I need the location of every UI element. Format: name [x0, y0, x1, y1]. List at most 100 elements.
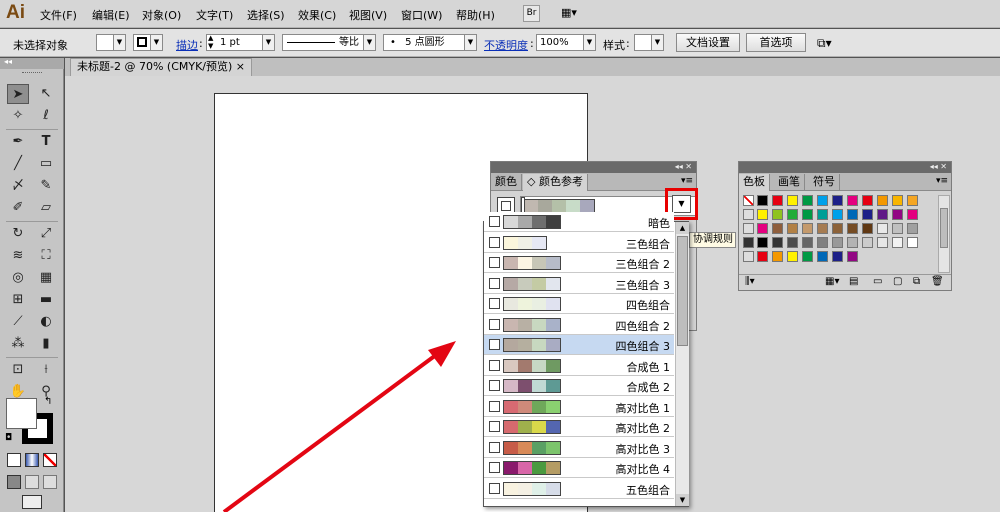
- color-swatch[interactable]: [757, 237, 768, 248]
- shape-builder-tool-icon[interactable]: ◎: [7, 268, 29, 288]
- tools-panel-header[interactable]: ◂◂: [0, 57, 64, 69]
- color-swatch[interactable]: [817, 209, 828, 220]
- swap-colors-icon[interactable]: ↰: [44, 396, 52, 407]
- fill-color-box[interactable]: [6, 398, 37, 429]
- color-swatch[interactable]: [757, 251, 768, 262]
- default-colors-icon[interactable]: ◘: [5, 433, 12, 443]
- swatches-scrollbar[interactable]: [938, 195, 950, 273]
- color-swatch[interactable]: [757, 209, 768, 220]
- color-swatch[interactable]: [772, 237, 783, 248]
- eyedropper-tool-icon[interactable]: ⟋: [7, 312, 29, 332]
- pen-tool-icon[interactable]: ✒: [7, 132, 29, 152]
- color-swatch[interactable]: [847, 209, 858, 220]
- harmony-rule-item[interactable]: 暗色: [484, 212, 674, 232]
- color-swatch[interactable]: [832, 223, 843, 234]
- eraser-tool-icon[interactable]: ▱: [35, 198, 57, 218]
- color-swatch[interactable]: [832, 209, 843, 220]
- harmony-rule-item[interactable]: 三色组合: [484, 232, 674, 253]
- swatch-group-icon[interactable]: [743, 209, 754, 220]
- options-icon[interactable]: ▤: [849, 276, 858, 287]
- color-swatch[interactable]: [847, 195, 858, 206]
- panel-header[interactable]: ◂◂ ✕: [491, 162, 696, 173]
- tab-color[interactable]: 颜色: [491, 174, 522, 191]
- color-swatch[interactable]: [817, 223, 828, 234]
- color-swatch[interactable]: [862, 223, 873, 234]
- collapse-icon[interactable]: ◂◂: [4, 57, 12, 66]
- scroll-up-icon[interactable]: ▲: [676, 222, 689, 234]
- harmony-rule-item[interactable]: 四色组合 3: [484, 335, 674, 355]
- scale-tool-icon[interactable]: ⤢: [35, 224, 57, 244]
- draw-behind-icon[interactable]: [25, 475, 39, 489]
- color-swatch[interactable]: [862, 209, 873, 220]
- list-scrollbar[interactable]: ▲ ▼: [675, 222, 689, 506]
- group-color-chip[interactable]: [580, 200, 594, 212]
- color-swatch[interactable]: [787, 251, 798, 262]
- gradient-mode-icon[interactable]: [25, 453, 39, 467]
- harmony-rule-item[interactable]: 三色组合 3: [484, 273, 674, 294]
- harmony-rule-item[interactable]: 高对比色 4: [484, 458, 674, 478]
- color-swatch[interactable]: [832, 195, 843, 206]
- harmony-rule-item[interactable]: 高对比色 1: [484, 396, 674, 417]
- scroll-down-icon[interactable]: ▼: [676, 494, 689, 506]
- none-swatch-icon[interactable]: [743, 195, 754, 206]
- symbol-sprayer-tool-icon[interactable]: ⁂: [7, 334, 29, 354]
- harmony-rule-item[interactable]: 四色组合 2: [484, 314, 674, 335]
- color-swatch[interactable]: [757, 223, 768, 234]
- color-swatch[interactable]: [877, 209, 888, 220]
- color-swatch[interactable]: [862, 237, 873, 248]
- blob-brush-tool-icon[interactable]: ✐: [7, 198, 29, 218]
- group-color-chip[interactable]: [538, 200, 552, 212]
- color-swatch[interactable]: [817, 195, 828, 206]
- color-swatch[interactable]: [787, 223, 798, 234]
- scroll-thumb[interactable]: [677, 236, 688, 346]
- color-swatch[interactable]: [802, 209, 813, 220]
- color-swatch[interactable]: [892, 195, 903, 206]
- harmony-rule-item[interactable]: 五色组合: [484, 478, 674, 499]
- selection-tool-icon[interactable]: ➤: [7, 84, 29, 104]
- color-swatch[interactable]: [802, 237, 813, 248]
- rectangle-tool-icon[interactable]: ▭: [35, 154, 57, 174]
- harmony-rule-item[interactable]: 四色组合: [484, 294, 674, 314]
- gradient-tool-icon[interactable]: ▬: [35, 290, 57, 310]
- screen-mode-icon[interactable]: [22, 495, 42, 509]
- new-group-icon[interactable]: ▭: [873, 276, 882, 287]
- paintbrush-tool-icon[interactable]: 〆: [7, 176, 29, 196]
- color-swatch[interactable]: [832, 237, 843, 248]
- color-swatch[interactable]: [907, 195, 918, 206]
- tab-swatches[interactable]: 色板: [739, 174, 770, 191]
- width-tool-icon[interactable]: ≋: [7, 246, 29, 266]
- draw-normal-icon[interactable]: [7, 475, 21, 489]
- panel-menu-icon[interactable]: ▾≡: [936, 176, 948, 186]
- group-color-chip[interactable]: [524, 200, 538, 212]
- color-swatch[interactable]: [787, 195, 798, 206]
- pencil-tool-icon[interactable]: ✎: [35, 176, 57, 196]
- harmony-rules-dropdown-button[interactable]: ▼: [672, 195, 691, 213]
- tab-symbols[interactable]: 符号: [809, 174, 840, 191]
- harmony-rule-item[interactable]: 高对比色 2: [484, 417, 674, 437]
- color-swatch[interactable]: [772, 251, 783, 262]
- color-swatch[interactable]: [802, 195, 813, 206]
- color-swatch[interactable]: [772, 209, 783, 220]
- color-swatch[interactable]: [877, 237, 888, 248]
- swatch-libraries-icon[interactable]: ⫼▾: [745, 276, 755, 287]
- color-swatch[interactable]: [892, 223, 903, 234]
- tab-color-guide[interactable]: ◇ 颜色参考: [523, 174, 588, 191]
- swatch-group-icon[interactable]: [743, 223, 754, 234]
- lasso-tool-icon[interactable]: ℓ: [35, 106, 57, 126]
- color-swatch[interactable]: [847, 237, 858, 248]
- color-swatch[interactable]: [787, 237, 798, 248]
- color-swatch[interactable]: [862, 195, 873, 206]
- color-swatch[interactable]: [892, 209, 903, 220]
- panel-header[interactable]: ◂◂ ✕: [739, 162, 951, 173]
- color-swatch[interactable]: [832, 251, 843, 262]
- color-swatch[interactable]: [892, 237, 903, 248]
- color-swatch[interactable]: [907, 237, 918, 248]
- color-swatch[interactable]: [772, 195, 783, 206]
- color-mode-icon[interactable]: [7, 453, 21, 467]
- blend-tool-icon[interactable]: ◐: [35, 312, 57, 332]
- mesh-tool-icon[interactable]: ⊞: [7, 290, 29, 310]
- color-swatch[interactable]: [802, 223, 813, 234]
- perspective-grid-tool-icon[interactable]: ▦: [35, 268, 57, 288]
- color-swatch[interactable]: [877, 195, 888, 206]
- color-swatch[interactable]: [802, 251, 813, 262]
